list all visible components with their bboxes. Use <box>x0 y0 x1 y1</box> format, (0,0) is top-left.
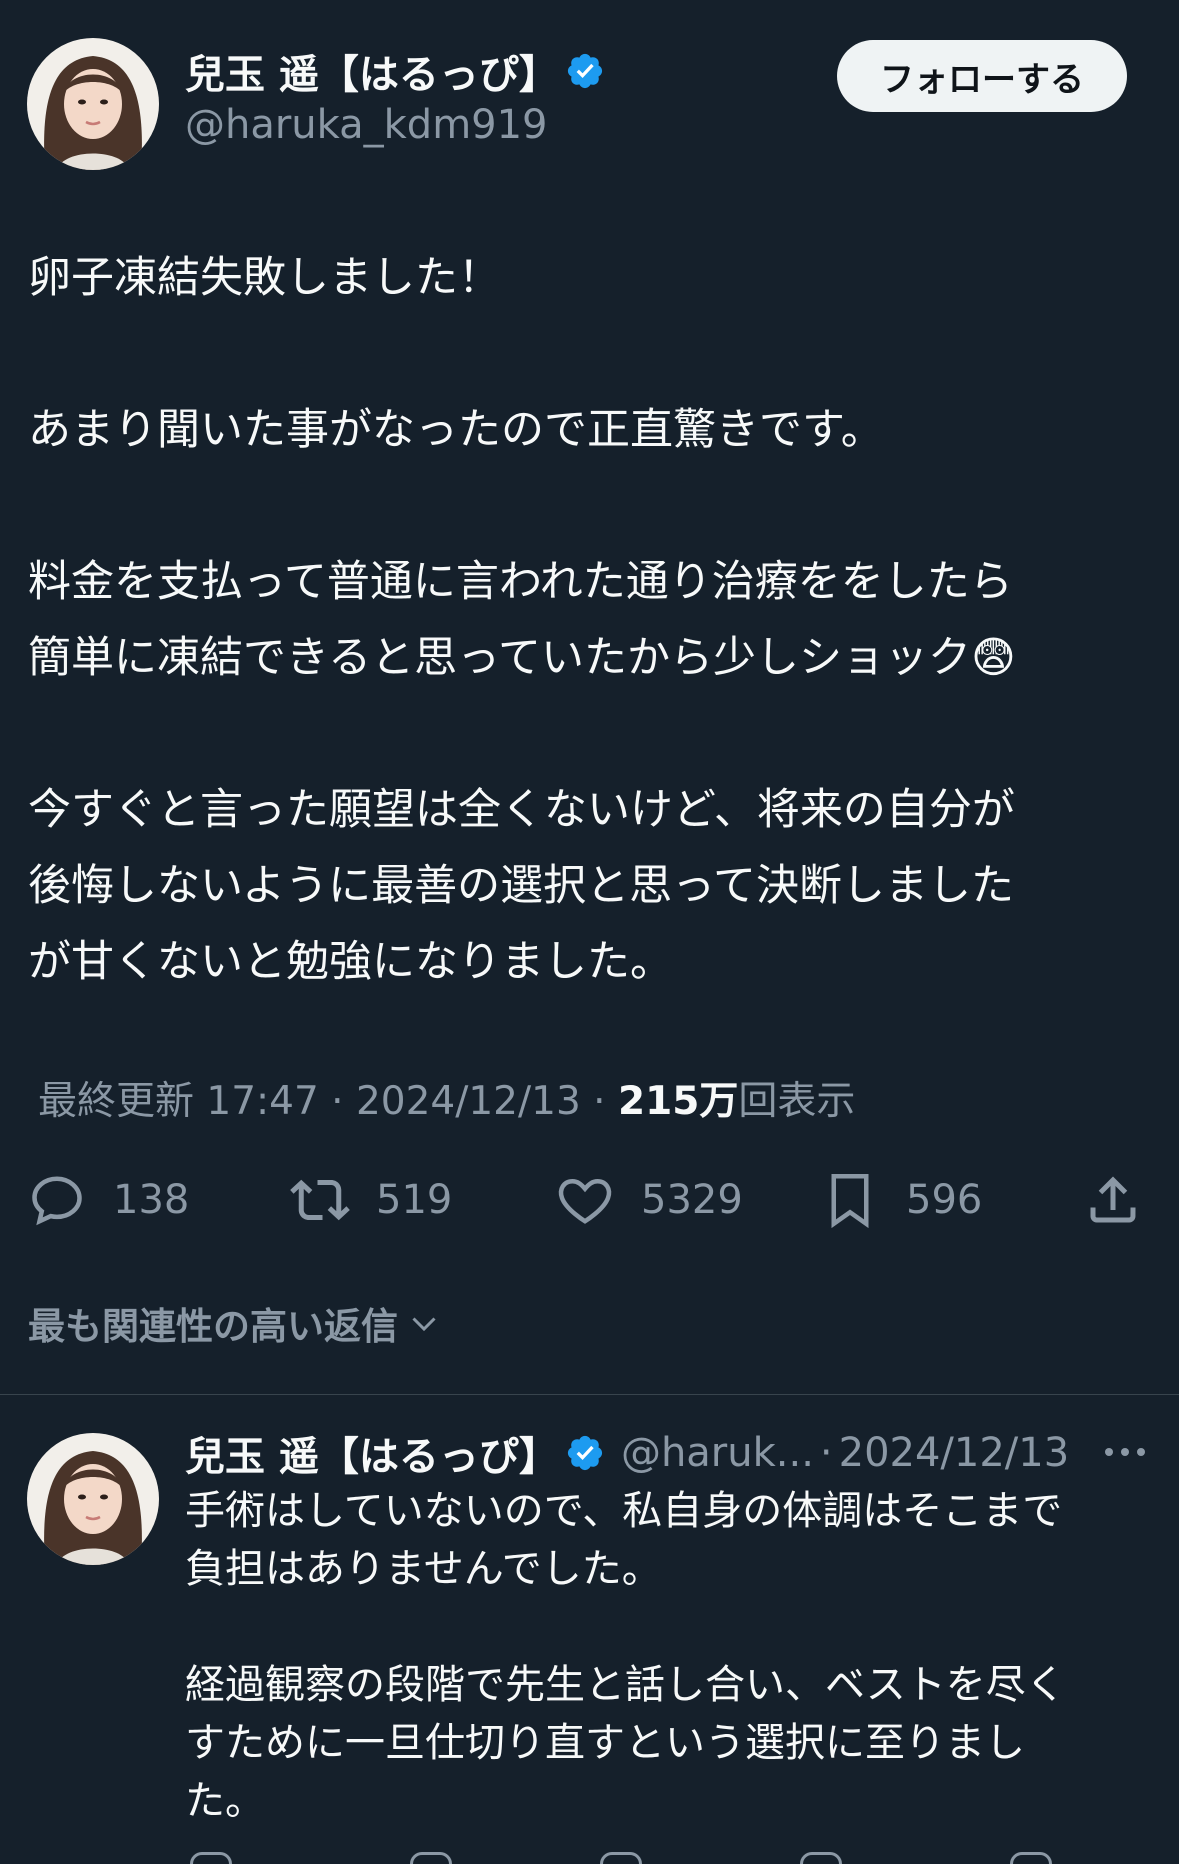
like-count: 5329 <box>641 1177 743 1223</box>
author-name-row[interactable]: 兒玉 遥【はるっぴ】 <box>185 42 605 100</box>
post-text-line: あまり聞いた事がなったので正直驚きです。 <box>28 405 884 455</box>
post-meta: 最終更新 17:47 · 2024/12/13 · 215万回表示 <box>38 1070 855 1126</box>
verified-badge-icon <box>567 53 603 89</box>
heart-icon <box>558 1178 612 1224</box>
repost-button[interactable]: 519 <box>290 1170 452 1230</box>
share-icon <box>1090 1176 1136 1223</box>
post-text-line: 卵子凍結失敗しました！ <box>28 253 501 303</box>
reply-author-display-name[interactable]: 兒玉 遥【はるっぴ】 <box>185 1424 559 1482</box>
reply-count: 138 <box>113 1177 190 1223</box>
post-text-line: が甘くないと勉強になりました。 <box>28 937 673 987</box>
view-label: 回表示 <box>738 1079 856 1124</box>
chevron-down-icon <box>412 1317 436 1332</box>
reply-text: 手術はしていないので、私自身の体調はそこまで 負担はありませんでした。 経過観察… <box>185 1482 1145 1830</box>
reply-author-handle[interactable]: @haruk... <box>621 1430 814 1476</box>
reply-action-bar <box>0 1852 1179 1864</box>
author-handle[interactable]: @haruka_kdm919 <box>185 102 548 148</box>
post-text-line: 今すぐと言った願望は全くないけど、将来の自分が <box>28 785 1015 835</box>
post-text: 卵子凍結失敗しました！ あまり聞いた事がなったので正直驚きです。 料金を支払って… <box>28 240 1158 1000</box>
reply-author-avatar[interactable] <box>27 1433 159 1565</box>
bookmark-icon[interactable] <box>1010 1852 1052 1864</box>
more-icon[interactable] <box>1100 1437 1150 1467</box>
author-avatar[interactable] <box>27 38 159 170</box>
reply-text-line: 手術はしていないので、私自身の体調はそこまで <box>185 1488 1063 1534</box>
bookmark-button[interactable]: 596 <box>820 1170 982 1230</box>
reply-text-line: 負担はありませんでした。 <box>185 1546 662 1592</box>
reply-header: 兒玉 遥【はるっぴ】 @haruk... · 2024/12/13 <box>185 1424 1069 1482</box>
section-divider <box>0 1394 1179 1395</box>
replies-sort-dropdown[interactable]: 最も関連性の高い返信 <box>28 1296 442 1350</box>
verified-badge-icon <box>567 1435 603 1471</box>
heart-icon[interactable] <box>600 1852 642 1864</box>
reply-button[interactable]: 138 <box>27 1170 189 1230</box>
reply-text-line: すために一旦仕切り直すという選択に至りまし <box>185 1720 1025 1766</box>
repost-count: 519 <box>376 1177 453 1223</box>
views-icon[interactable] <box>800 1852 842 1864</box>
repost-icon <box>290 1179 350 1221</box>
bookmark-count: 596 <box>906 1177 983 1223</box>
post-text-line: 後悔しないように最善の選択と思って決断しました <box>28 861 1014 911</box>
reply-meta-separator: · <box>819 1430 833 1476</box>
meta-separator: · <box>580 1079 618 1124</box>
post-text-line: 簡単に凍結できると思っていたから少しショック😨 <box>28 633 1016 683</box>
reply-text-line: た。 <box>185 1778 265 1824</box>
share-button[interactable] <box>1083 1170 1143 1230</box>
bookmark-icon <box>831 1174 869 1229</box>
follow-button[interactable]: フォローする <box>837 40 1127 112</box>
author-display-name[interactable]: 兒玉 遥【はるっぴ】 <box>185 42 559 100</box>
reply-date[interactable]: 2024/12/13 <box>839 1430 1070 1476</box>
reply-icon[interactable] <box>190 1852 232 1864</box>
like-button[interactable]: 5329 <box>555 1170 743 1230</box>
post-text-line: 料金を支払って普通に言われた通り治療ををしたら <box>28 557 1013 607</box>
reply-text-line: 経過観察の段階で先生と話し合い、ベストを尽く <box>185 1662 1066 1708</box>
reply-icon <box>32 1176 82 1226</box>
repost-icon[interactable] <box>410 1852 452 1864</box>
view-count: 215万 <box>617 1079 739 1124</box>
post-action-bar: 138 519 5329 596 <box>0 1165 1179 1235</box>
post-timestamp[interactable]: 最終更新 17:47 · 2024/12/13 <box>38 1079 581 1124</box>
replies-sort-label: 最も関連性の高い返信 <box>28 1305 398 1348</box>
